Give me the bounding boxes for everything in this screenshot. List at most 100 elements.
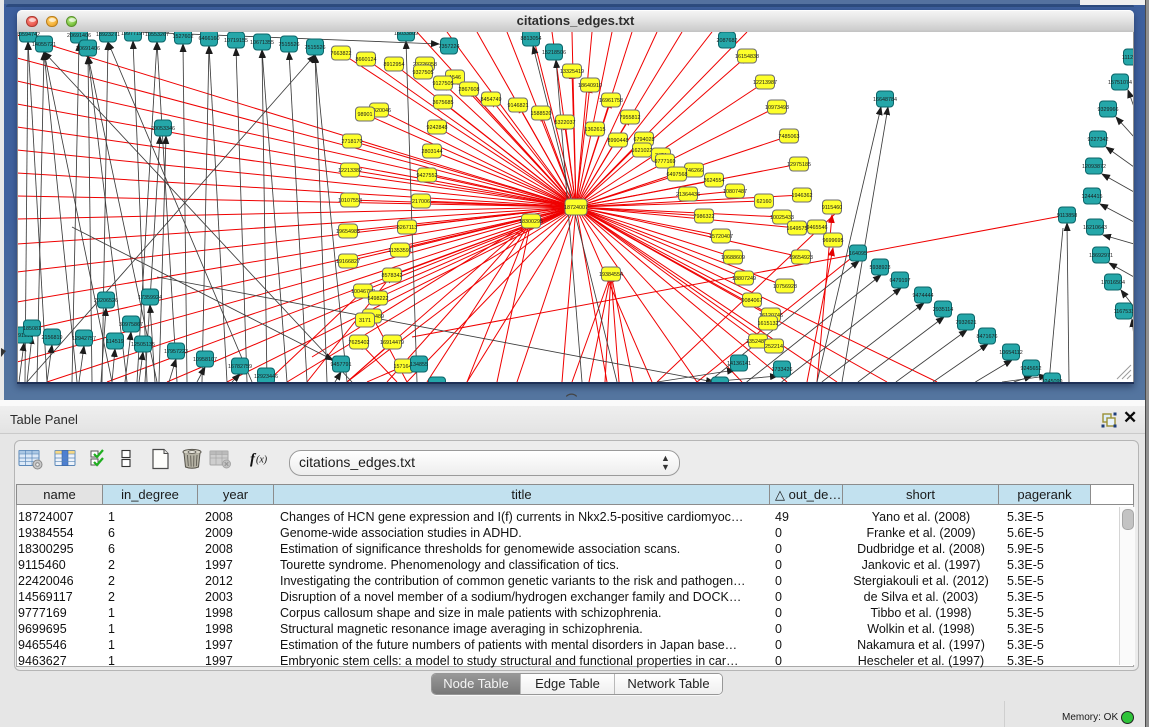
svg-text:20053346: 20053346 — [151, 126, 175, 132]
svg-text:17359924: 17359924 — [138, 295, 162, 301]
svg-text:252214: 252214 — [765, 344, 783, 350]
svg-text:114519: 114519 — [106, 339, 124, 345]
svg-text:3171: 3171 — [359, 318, 371, 324]
svg-text:8454749: 8454749 — [481, 97, 502, 103]
svg-text:3624554: 3624554 — [704, 178, 725, 184]
svg-text:6794028: 6794028 — [634, 137, 655, 143]
svg-text:15751074: 15751074 — [1108, 80, 1132, 86]
svg-text:16914479: 16914479 — [380, 340, 404, 346]
svg-text:10553267: 10553267 — [145, 32, 169, 38]
svg-text:1946362: 1946362 — [792, 193, 813, 199]
svg-text:9327505: 9327505 — [413, 70, 434, 76]
svg-text:7485063: 7485063 — [779, 134, 800, 140]
svg-text:7515526: 7515526 — [279, 42, 300, 48]
svg-text:9245652: 9245652 — [1021, 366, 1042, 372]
svg-text:12093872: 12093872 — [1082, 164, 1106, 170]
svg-text:9427552: 9427552 — [417, 173, 438, 179]
svg-text:16648784: 16648784 — [873, 97, 897, 103]
svg-text:8267113: 8267113 — [397, 225, 418, 231]
svg-text:2718170: 2718170 — [342, 139, 363, 145]
svg-text:10688609: 10688609 — [721, 255, 745, 261]
svg-text:19384554: 19384554 — [599, 272, 623, 278]
svg-text:21364436: 21364436 — [676, 192, 700, 198]
svg-text:6497568: 6497568 — [667, 172, 688, 178]
svg-text:2803144: 2803144 — [422, 149, 443, 155]
svg-text:2156819: 2156819 — [42, 335, 63, 341]
svg-text:8660124: 8660124 — [356, 57, 377, 63]
svg-text:12505135: 12505135 — [131, 342, 155, 348]
svg-text:12213382: 12213382 — [338, 168, 362, 174]
svg-text:16033809: 16033809 — [394, 32, 418, 37]
svg-text:2935114: 2935114 — [933, 307, 954, 313]
svg-text:62160: 62160 — [757, 199, 772, 205]
svg-text:2087682: 2087682 — [717, 38, 738, 44]
svg-text:15720407: 15720407 — [709, 234, 733, 240]
svg-text:9113858: 9113858 — [1057, 213, 1078, 219]
svg-text:19166827: 19166827 — [336, 259, 360, 265]
svg-text:18807249: 18807249 — [732, 276, 756, 282]
svg-text:30975867: 30975867 — [119, 322, 143, 328]
svg-text:18724007: 18724007 — [564, 205, 588, 211]
svg-text:10756928: 10756928 — [773, 284, 797, 290]
svg-text:9127505: 9127505 — [433, 81, 454, 87]
svg-text:5498222: 5498222 — [368, 296, 389, 302]
svg-text:18300295: 18300295 — [519, 219, 543, 225]
svg-text:10671355: 10671355 — [250, 40, 274, 46]
svg-text:(x): (x) — [256, 455, 268, 466]
svg-text:16154838: 16154838 — [735, 54, 759, 60]
svg-text:7515526: 7515526 — [305, 45, 326, 51]
svg-text:14136141: 14136141 — [727, 361, 751, 367]
svg-text:164095: 164095 — [849, 251, 867, 257]
svg-text:7357224: 7357224 — [439, 44, 460, 50]
svg-text:1733426: 1733426 — [772, 367, 793, 373]
svg-text:19654985: 19654985 — [336, 229, 360, 235]
svg-text:16210643: 16210643 — [1083, 225, 1107, 231]
svg-text:10654112: 10654112 — [999, 350, 1023, 356]
svg-text:11353591: 11353591 — [388, 248, 412, 254]
svg-text:8813054: 8813054 — [521, 36, 542, 42]
svg-text:20691406: 20691406 — [67, 33, 91, 39]
svg-text:8578342: 8578342 — [382, 273, 403, 279]
svg-text:19654923: 19654923 — [789, 255, 813, 261]
svg-text:16961758: 16961758 — [599, 98, 623, 104]
svg-text:217006: 217006 — [412, 199, 430, 205]
svg-text:7932621: 7932621 — [956, 320, 977, 326]
svg-text:10719155: 10719155 — [224, 38, 248, 44]
svg-text:9777169: 9777169 — [655, 159, 676, 165]
svg-text:10973493: 10973493 — [765, 105, 789, 111]
svg-text:14055721: 14055721 — [32, 42, 56, 48]
svg-text:12975185: 12975185 — [787, 162, 811, 168]
svg-text:10107553: 10107553 — [338, 198, 362, 204]
svg-text:7986322: 7986322 — [694, 214, 715, 220]
svg-text:10025433: 10025433 — [770, 215, 794, 221]
svg-text:16782759: 16782759 — [228, 364, 252, 370]
svg-text:18640910: 18640910 — [578, 83, 602, 89]
svg-text:8471676: 8471676 — [977, 334, 998, 340]
svg-text:12923446: 12923446 — [254, 374, 278, 380]
svg-text:9146821: 9146821 — [508, 103, 529, 109]
svg-text:9115460: 9115460 — [822, 205, 843, 211]
svg-text:17016504: 17016504 — [1101, 280, 1125, 286]
svg-text:7625402: 7625402 — [349, 340, 370, 346]
svg-text:9465546: 9465546 — [807, 225, 828, 231]
svg-text:1588520: 1588520 — [531, 111, 552, 117]
svg-text:12213987: 12213987 — [753, 80, 777, 86]
svg-text:20691406: 20691406 — [76, 46, 100, 52]
svg-text:19977197: 19977197 — [121, 32, 145, 37]
svg-text:185081: 185081 — [23, 326, 41, 332]
svg-text:8990448: 8990448 — [608, 138, 629, 144]
svg-text:1167533: 1167533 — [1114, 309, 1134, 315]
svg-text:12942757: 12942757 — [72, 336, 96, 342]
svg-text:9227342: 9227342 — [1088, 137, 1109, 143]
svg-text:1362615: 1362615 — [585, 127, 606, 133]
svg-text:7663822: 7663822 — [331, 51, 352, 57]
svg-text:18923271: 18923271 — [96, 32, 120, 38]
svg-text:746266: 746266 — [685, 168, 703, 174]
svg-text:13692971: 13692971 — [1089, 253, 1113, 259]
svg-text:3675685: 3675685 — [433, 100, 454, 106]
svg-text:5322037: 5322037 — [555, 120, 576, 126]
svg-text:1649575: 1649575 — [787, 226, 808, 232]
svg-text:2867608: 2867608 — [459, 87, 480, 93]
svg-text:1621022: 1621022 — [632, 148, 653, 154]
svg-text:15218506: 15218506 — [542, 50, 566, 56]
